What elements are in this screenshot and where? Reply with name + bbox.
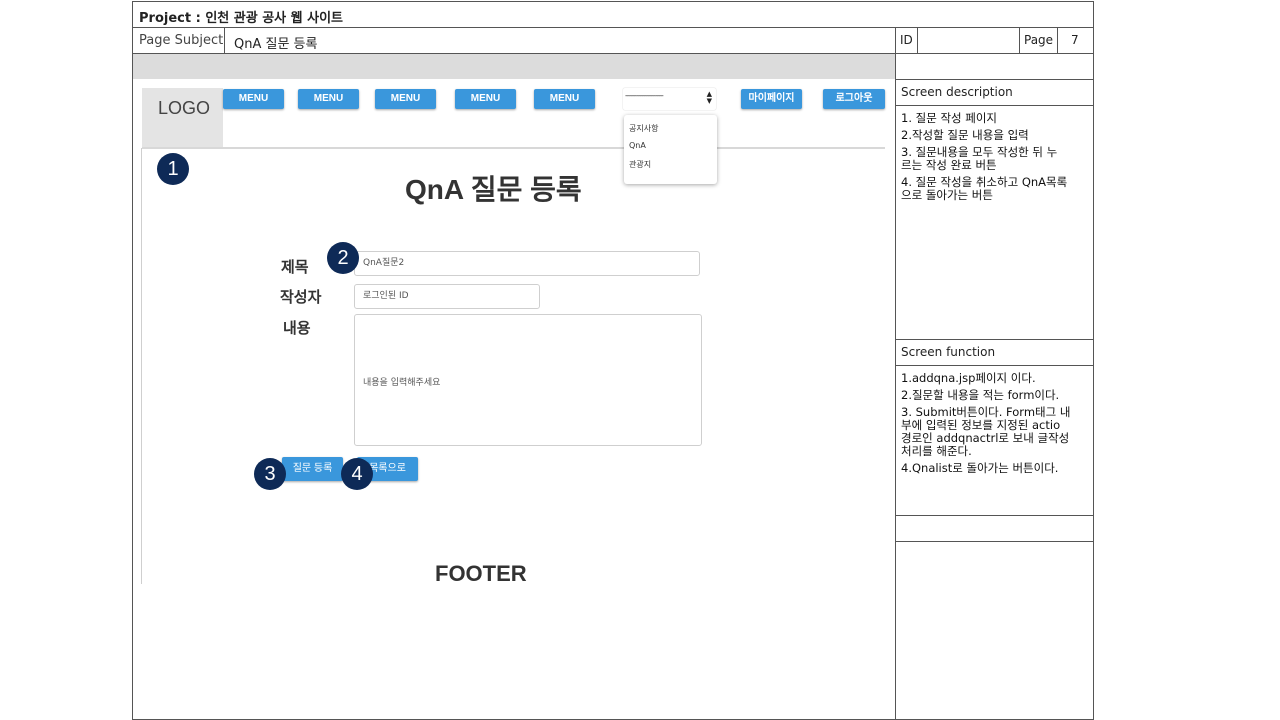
menu-button-4[interactable]: MENU [455, 89, 516, 109]
annotation-badge-3: 3 [254, 458, 286, 490]
chevron-updown-icon: ▲ ▼ [706, 90, 712, 105]
description-line: 1. 질문 작성 페이지 [901, 111, 997, 125]
id-divider-left [895, 27, 896, 720]
logout-button[interactable]: 로그아웃 [823, 89, 885, 109]
description-line: 르는 작성 완료 버튼 [901, 158, 997, 172]
dropdown-option[interactable]: QnA [629, 141, 646, 150]
title-input-value: QnA질문2 [363, 258, 405, 268]
content-label: 내용 [283, 319, 311, 337]
author-label: 작성자 [280, 288, 322, 306]
submit-question-button[interactable]: 질문 등록 [282, 457, 343, 481]
function-line: 2.질문할 내용을 적는 form이다. [901, 388, 1060, 402]
author-input-value: 로그인된 ID [363, 291, 409, 301]
page-title: QnA 질문 등록 [405, 174, 582, 205]
title-input[interactable]: QnA질문2 [354, 251, 700, 276]
id-label: ID [900, 33, 913, 47]
content-placeholder: 내용을 입력해주세요 [363, 378, 441, 388]
page-label: Page [1024, 33, 1054, 47]
id-divider-right [917, 27, 918, 53]
menu-button-3[interactable]: MENU [375, 89, 436, 109]
category-select[interactable]: -------------------- ▲ ▼ [623, 88, 716, 110]
title-label: 제목 [281, 258, 309, 276]
side-line-4 [895, 365, 1094, 366]
logo[interactable]: LOGO [142, 88, 223, 147]
page-subject-value: QnA 질문 등록 [234, 37, 318, 52]
function-title: Screen function [901, 345, 996, 359]
function-line: 처리를 해준다. [901, 444, 972, 458]
select-value: -------------------- [625, 91, 664, 100]
page-divider-right [1057, 27, 1058, 53]
side-line-3 [895, 339, 1094, 340]
footer: FOOTER [435, 561, 527, 586]
function-line: 4.Qnalist로 돌아가는 버튼이다. [901, 461, 1059, 475]
annotation-badge-2: 2 [327, 242, 359, 274]
page-number: 7 [1071, 33, 1079, 47]
description-title: Screen description [901, 85, 1013, 99]
dropdown-option[interactable]: 공지사항 [629, 123, 658, 134]
side-line-5 [895, 515, 1094, 516]
function-line: 1.addqna.jsp페이지 이다. [901, 372, 1036, 385]
browser-top-bar [133, 54, 895, 79]
page-divider-left [1019, 27, 1020, 53]
annotation-badge-4: 4 [341, 458, 373, 490]
function-body: 1.addqna.jsp페이지 이다. 2.질문할 내용을 적는 form이다.… [901, 372, 1093, 475]
project-title: Project : 인천 관광 공사 웹 사이트 [139, 11, 344, 26]
page-subject-label: Page Subject [139, 33, 224, 48]
subject-divider [224, 27, 225, 53]
description-line: 2.작성할 질문 내용을 입력 [901, 128, 1029, 142]
mypage-button[interactable]: 마이페이지 [741, 89, 802, 109]
logo-text: LOGO [158, 98, 211, 118]
menu-button-1[interactable]: MENU [223, 89, 284, 109]
content-left-border [141, 148, 142, 584]
category-dropdown: 공지사항 QnA 관광지 [624, 115, 717, 184]
side-line-1 [895, 79, 1094, 80]
annotation-badge-1: 1 [157, 153, 189, 185]
side-line-2 [895, 105, 1094, 106]
author-input[interactable]: 로그인된 ID [354, 284, 540, 309]
menu-button-5[interactable]: MENU [534, 89, 595, 109]
description-line: 으로 돌아가는 버튼 [901, 188, 993, 202]
nav-divider [142, 147, 885, 149]
side-line-6 [895, 541, 1094, 542]
header-divider-1 [132, 27, 1094, 28]
description-body: 1. 질문 작성 페이지 2.작성할 질문 내용을 입력 3. 질문내용을 모두… [901, 112, 1091, 202]
menu-button-2[interactable]: MENU [298, 89, 359, 109]
dropdown-option[interactable]: 관광지 [629, 159, 651, 170]
content-textarea[interactable]: 내용을 입력해주세요 [354, 314, 702, 446]
